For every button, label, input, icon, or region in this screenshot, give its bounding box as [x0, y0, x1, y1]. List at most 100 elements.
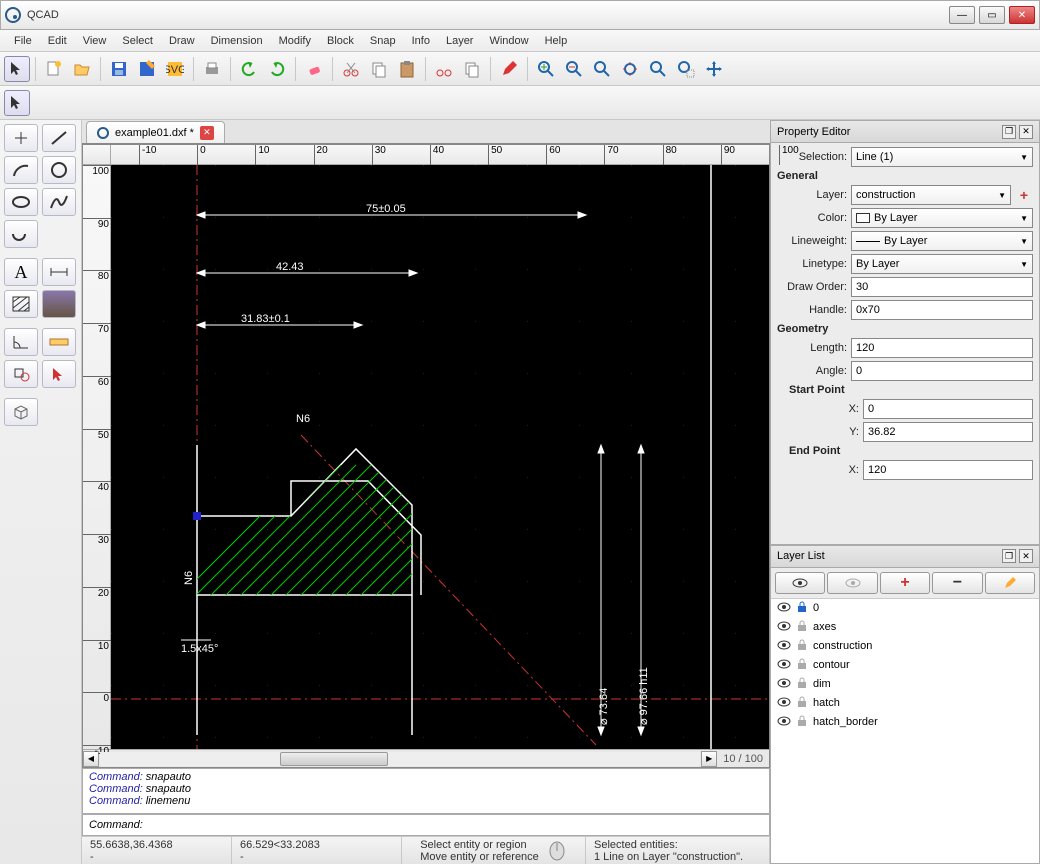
block-tool[interactable]	[4, 360, 38, 388]
menu-window[interactable]: Window	[481, 32, 536, 50]
zoom-previous-button[interactable]	[645, 56, 671, 82]
eye-icon[interactable]	[777, 640, 791, 653]
menu-help[interactable]: Help	[537, 32, 576, 50]
pointer-tool[interactable]	[4, 56, 30, 82]
eye-icon[interactable]	[777, 659, 791, 672]
cut-ref-button[interactable]	[431, 56, 457, 82]
3d-tool[interactable]	[4, 398, 38, 426]
layer-row[interactable]: 0	[771, 599, 1039, 618]
pan-button[interactable]	[701, 56, 727, 82]
document-tab[interactable]: example01.dxf * ✕	[86, 121, 225, 143]
layer-row[interactable]: contour	[771, 656, 1039, 675]
selection-tool[interactable]	[4, 90, 30, 116]
circle-tool[interactable]	[42, 156, 76, 184]
add-layer-button[interactable]: +	[1015, 186, 1033, 204]
layer-row[interactable]: hatch_border	[771, 713, 1039, 732]
eye-icon[interactable]	[777, 697, 791, 710]
draw-order-input[interactable]: 30	[851, 277, 1033, 297]
add-layer-button[interactable]: +	[880, 572, 930, 594]
undock-icon[interactable]: ❐	[1002, 549, 1016, 563]
polyline-tool[interactable]	[4, 220, 38, 248]
lock-icon[interactable]	[797, 696, 807, 711]
panel-close-button[interactable]: ✕	[1019, 125, 1033, 139]
zoom-selection-button[interactable]	[673, 56, 699, 82]
arc-tool[interactable]	[4, 156, 38, 184]
print-button[interactable]	[199, 56, 225, 82]
menu-view[interactable]: View	[75, 32, 115, 50]
save-as-button[interactable]	[134, 56, 160, 82]
minimize-button[interactable]: —	[949, 6, 975, 24]
ellipse-tool[interactable]	[4, 188, 38, 216]
close-button[interactable]: ✕	[1009, 6, 1035, 24]
scroll-right-button[interactable]: ▶	[701, 751, 717, 767]
menu-layer[interactable]: Layer	[438, 32, 482, 50]
paste-button[interactable]	[394, 56, 420, 82]
show-all-layers-button[interactable]	[775, 572, 825, 594]
line-tool[interactable]	[42, 124, 76, 152]
erase-button[interactable]	[301, 56, 327, 82]
command-input[interactable]: Command:	[82, 814, 770, 836]
copy-ref-button[interactable]	[459, 56, 485, 82]
layer-row[interactable]: axes	[771, 618, 1039, 637]
drawing-canvas[interactable]: 75±0.05 42.43 31.83±0.1 N6 N6 1.5x45° ⌀ …	[111, 165, 769, 749]
zoom-out-button[interactable]	[561, 56, 587, 82]
startpoint-y-input[interactable]: 36.82	[863, 422, 1033, 442]
menu-draw[interactable]: Draw	[161, 32, 203, 50]
menu-select[interactable]: Select	[114, 32, 161, 50]
layer-row[interactable]: hatch	[771, 694, 1039, 713]
tab-close-button[interactable]: ✕	[200, 126, 214, 140]
color-dropdown[interactable]: By Layer▼	[851, 208, 1033, 228]
eye-icon[interactable]	[777, 602, 791, 615]
layer-row[interactable]: dim	[771, 675, 1039, 694]
lock-icon[interactable]	[797, 601, 807, 616]
handle-input[interactable]: 0x70	[851, 300, 1033, 320]
copy-button[interactable]	[366, 56, 392, 82]
dimension-tool[interactable]	[42, 258, 76, 286]
menu-info[interactable]: Info	[404, 32, 438, 50]
image-tool[interactable]	[42, 290, 76, 318]
layer-dropdown[interactable]: construction▼	[851, 185, 1011, 205]
select-arrow-tool[interactable]	[42, 360, 76, 388]
zoom-window-button[interactable]	[617, 56, 643, 82]
export-svg-button[interactable]: SVG	[162, 56, 188, 82]
new-file-button[interactable]	[41, 56, 67, 82]
menu-dimension[interactable]: Dimension	[203, 32, 271, 50]
endpoint-x-input[interactable]: 120	[863, 460, 1033, 480]
edit-layer-button[interactable]	[985, 572, 1035, 594]
lock-icon[interactable]	[797, 658, 807, 673]
angle-input[interactable]: 0	[851, 361, 1033, 381]
eye-icon[interactable]	[777, 621, 791, 634]
remove-layer-button[interactable]: −	[932, 572, 982, 594]
open-file-button[interactable]	[69, 56, 95, 82]
measure-distance-tool[interactable]	[42, 328, 76, 356]
hide-all-layers-button[interactable]	[827, 572, 877, 594]
lock-icon[interactable]	[797, 677, 807, 692]
lock-icon[interactable]	[797, 715, 807, 730]
eye-icon[interactable]	[777, 716, 791, 729]
text-tool[interactable]: A	[4, 258, 38, 286]
property-editor-title[interactable]: Property Editor ❐ ✕	[771, 121, 1039, 143]
redo-button[interactable]	[264, 56, 290, 82]
zoom-in-button[interactable]	[533, 56, 559, 82]
pencil-button[interactable]	[496, 56, 522, 82]
length-input[interactable]: 120	[851, 338, 1033, 358]
linetype-dropdown[interactable]: By Layer▼	[851, 254, 1033, 274]
layer-row[interactable]: construction	[771, 637, 1039, 656]
panel-close-button[interactable]: ✕	[1019, 549, 1033, 563]
measure-angle-tool[interactable]	[4, 328, 38, 356]
menu-block[interactable]: Block	[319, 32, 362, 50]
menu-modify[interactable]: Modify	[271, 32, 319, 50]
undo-button[interactable]	[236, 56, 262, 82]
undock-icon[interactable]: ❐	[1002, 125, 1016, 139]
zoom-extents-button[interactable]	[589, 56, 615, 82]
horizontal-scrollbar[interactable]: ◀ ▶ 10 / 100	[83, 749, 769, 767]
menu-edit[interactable]: Edit	[40, 32, 75, 50]
menu-snap[interactable]: Snap	[362, 32, 404, 50]
eye-icon[interactable]	[777, 678, 791, 691]
spline-tool[interactable]	[42, 188, 76, 216]
save-button[interactable]	[106, 56, 132, 82]
startpoint-x-input[interactable]: 0	[863, 399, 1033, 419]
layer-list-title[interactable]: Layer List ❐ ✕	[771, 546, 1039, 568]
menu-file[interactable]: File	[6, 32, 40, 50]
lineweight-dropdown[interactable]: By Layer▼	[851, 231, 1033, 251]
